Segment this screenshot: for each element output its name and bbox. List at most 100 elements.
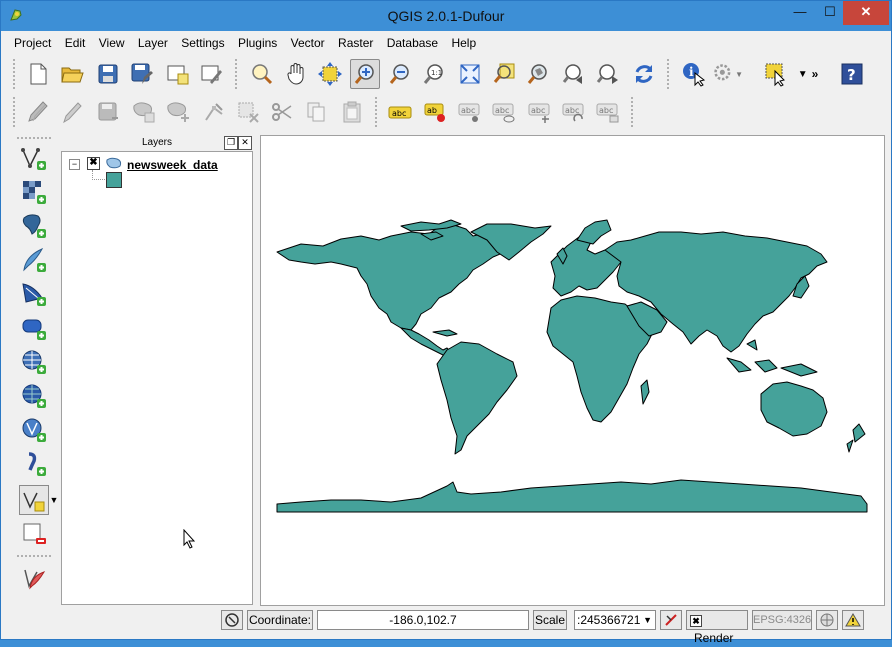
save-as-icon[interactable] [127, 59, 157, 89]
float-panel-button[interactable]: ❐ [224, 136, 238, 150]
toolbar-grip[interactable] [667, 59, 673, 89]
identify-icon[interactable]: i [679, 59, 709, 89]
help-icon[interactable]: ? [837, 59, 867, 89]
add-vector-layer-icon[interactable] [19, 143, 49, 173]
show-hide-labels-icon[interactable]: abc [489, 97, 519, 127]
coordinate-label[interactable]: Coordinate: [247, 610, 313, 630]
zoom-actual-size-icon[interactable]: 1:1 [419, 59, 449, 89]
scandinavia-landmass[interactable] [576, 219, 612, 245]
open-project-icon[interactable] [57, 59, 87, 89]
add-wms-layer-icon[interactable] [19, 347, 49, 377]
current-edits-icon[interactable] [23, 97, 53, 127]
zoom-next-icon[interactable] [593, 59, 623, 89]
caribbean-islands[interactable] [432, 329, 458, 337]
layer-labeling-icon[interactable]: ab [421, 97, 451, 127]
label-icon[interactable]: abc [385, 97, 415, 127]
coordinate-field[interactable]: -186.0,102.7 [317, 610, 529, 630]
paste-features-icon[interactable] [337, 97, 367, 127]
new-project-icon[interactable] [23, 59, 53, 89]
menu-vector[interactable]: Vector [286, 33, 330, 50]
toolbar-grip[interactable] [13, 97, 19, 127]
pan-to-selection-icon[interactable] [315, 59, 345, 89]
delete-selected-icon[interactable] [233, 97, 263, 127]
add-raster-layer-icon[interactable] [19, 177, 49, 207]
scale-dropdown-arrow-icon[interactable]: ▼ [643, 611, 652, 629]
add-postgis-layer-icon[interactable] [19, 211, 49, 241]
add-feature-icon[interactable] [129, 97, 159, 127]
new-shapefile-icon[interactable] [19, 485, 49, 515]
move-label-icon[interactable]: abc [525, 97, 555, 127]
europe-landmass[interactable] [550, 233, 622, 297]
stop-rendering-icon[interactable] [660, 610, 682, 630]
select-dropdown-arrow-icon[interactable]: ▼» [793, 59, 823, 89]
south-america-landmass[interactable] [436, 341, 518, 455]
menu-help[interactable]: Help [446, 33, 481, 50]
touch-zoom-icon[interactable] [247, 59, 277, 89]
save-layer-edits-icon[interactable] [93, 97, 123, 127]
render-toggle[interactable]: ✖ Render [686, 610, 748, 645]
copy-features-icon[interactable] [301, 97, 331, 127]
menu-settings[interactable]: Settings [176, 33, 229, 50]
run-feature-action-icon[interactable]: ▼ [713, 59, 743, 89]
southeast-asia-islands[interactable] [746, 339, 758, 351]
composer-manager-icon[interactable] [197, 59, 227, 89]
add-wcs-layer-icon[interactable] [19, 381, 49, 411]
menu-layer[interactable]: Layer [133, 33, 173, 50]
antarctica-landmass[interactable] [276, 479, 868, 513]
zoom-in-icon[interactable] [350, 59, 380, 89]
new-zealand-landmass[interactable] [846, 439, 854, 453]
north-america-landmass[interactable] [276, 223, 506, 331]
collapse-layer-toggle[interactable]: − [69, 159, 80, 170]
layer-visibility-checkbox[interactable]: ✖ [87, 157, 100, 170]
menu-view[interactable]: View [94, 33, 130, 50]
close-panel-button[interactable]: ✕ [238, 136, 252, 150]
add-wfs-layer-icon[interactable] [19, 415, 49, 445]
toggle-extents-icon[interactable] [221, 610, 243, 630]
world-map[interactable] [261, 136, 884, 605]
new-layer-dropdown-icon[interactable]: ▼ [49, 485, 59, 515]
cut-features-icon[interactable] [267, 97, 297, 127]
maximize-button[interactable]: ☐ [817, 1, 843, 25]
menu-database[interactable]: Database [382, 33, 443, 50]
save-project-icon[interactable] [93, 59, 123, 89]
projection-globe-icon[interactable] [816, 610, 838, 630]
menu-edit[interactable]: Edit [60, 33, 91, 50]
move-feature-icon[interactable] [163, 97, 193, 127]
dropdown-arrow-icon[interactable]: ▼ [735, 70, 743, 79]
pin-labels-icon[interactable]: abc [455, 97, 485, 127]
southeast-asia-islands[interactable] [726, 357, 752, 373]
change-label-icon[interactable]: abc [593, 97, 623, 127]
add-spatialite-layer-icon[interactable] [19, 245, 49, 275]
add-mssql-layer-icon[interactable] [19, 279, 49, 309]
toolbar-grip[interactable] [631, 97, 637, 127]
remove-layer-icon[interactable] [19, 519, 49, 549]
southeast-asia-islands[interactable] [754, 359, 778, 373]
australia-landmass[interactable] [760, 381, 828, 437]
zoom-out-icon[interactable] [385, 59, 415, 89]
toolbar-grip[interactable] [375, 97, 381, 127]
scale-combobox[interactable]: :245366721 ▼ [574, 610, 656, 630]
toolbar-grip[interactable] [13, 59, 19, 89]
close-button[interactable]: ✕ [843, 1, 889, 25]
minimize-button[interactable]: — [783, 1, 817, 25]
messages-warning-icon[interactable] [842, 610, 864, 630]
crs-status[interactable]: EPSG:4326 [752, 610, 812, 630]
new-spatialite-layer-icon[interactable] [19, 565, 49, 595]
refresh-icon[interactable] [629, 59, 659, 89]
zoom-last-icon[interactable] [559, 59, 589, 89]
node-tool-icon[interactable] [199, 97, 229, 127]
render-checkbox[interactable]: ✖ [690, 615, 702, 627]
add-delimited-text-icon[interactable] [19, 449, 49, 479]
zoom-to-layer-icon[interactable] [523, 59, 553, 89]
menu-project[interactable]: Project [9, 33, 56, 50]
new-zealand-landmass[interactable] [852, 423, 866, 443]
menu-raster[interactable]: Raster [333, 33, 378, 50]
toolbar-grip[interactable] [17, 137, 51, 141]
southeast-asia-islands[interactable] [780, 363, 818, 377]
toolbar-grip[interactable] [17, 555, 51, 559]
new-print-composer-icon[interactable] [163, 59, 193, 89]
map-canvas[interactable] [260, 135, 885, 606]
select-features-icon[interactable] [761, 59, 791, 89]
layer-name[interactable]: newsweek_data [127, 158, 218, 172]
pan-icon[interactable] [281, 59, 311, 89]
